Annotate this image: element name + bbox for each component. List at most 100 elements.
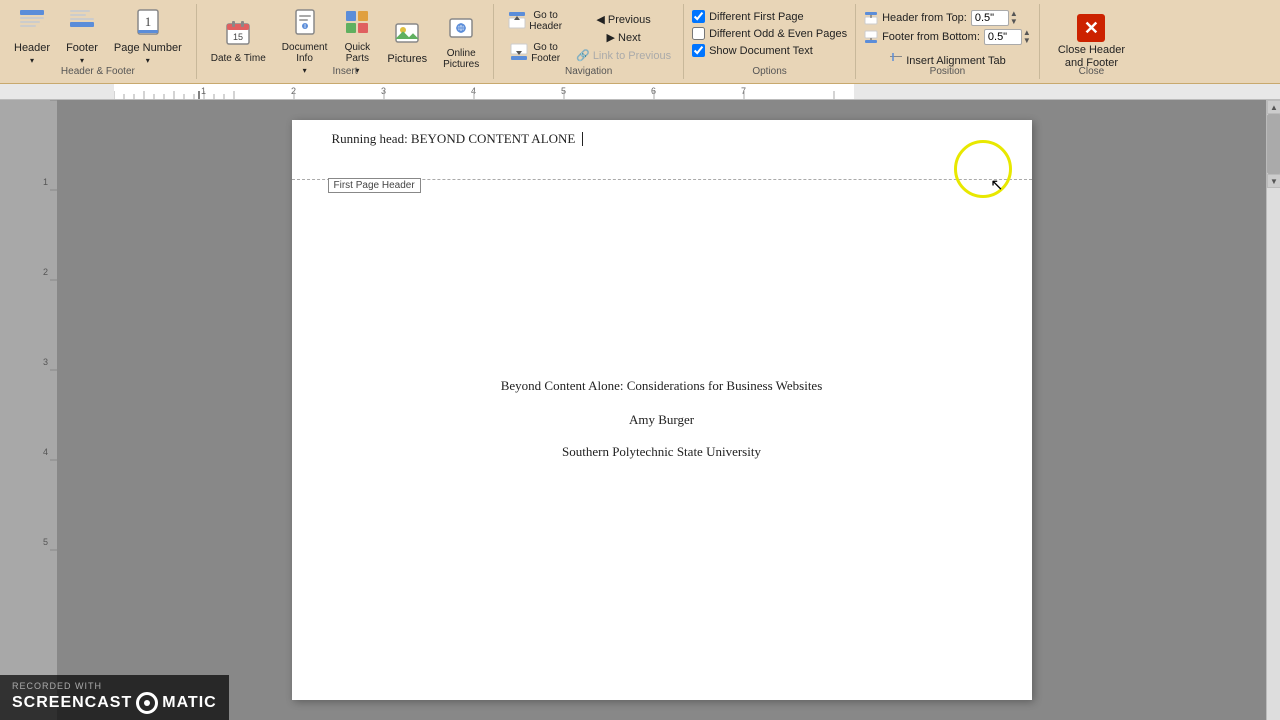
watermark-dot [144,700,150,706]
position-group-label: Position [856,66,1039,77]
insert-group-label: Insert [197,66,493,77]
svg-text:3: 3 [43,357,48,367]
pictures-icon [393,19,421,51]
options-group-label: Options [684,66,855,77]
navigation-group: Go toHeader Go toFooter ◀ Previous [494,4,684,79]
go-to-header-icon [508,11,526,32]
go-to-header-label: Go toHeader [529,10,562,32]
first-page-label: First Page Header [328,178,421,193]
footer-button[interactable]: Footer ▾ [60,6,104,67]
header-top-input[interactable] [971,10,1009,26]
watermark-circle-icon [136,692,158,714]
ribbon: Header ▾ Footer ▾ 1 Page Number ▾ Header… [0,0,1280,84]
document-institution: Southern Polytechnic State University [562,444,761,460]
different-first-page-option[interactable]: Different First Page [692,10,847,23]
header-top-arrows: ▲ ▼ [1010,10,1018,26]
link-to-previous-button[interactable]: 🔗 Link to Previous [572,47,675,64]
footer-bottom-input[interactable] [984,29,1022,45]
header-button[interactable]: Header ▾ [8,6,56,67]
quick-parts-icon [343,8,371,40]
show-document-text-option[interactable]: Show Document Text [692,44,847,57]
svg-text:1: 1 [201,86,206,96]
previous-label: Previous [608,14,651,26]
goto-buttons: Go toHeader Go toFooter [502,6,568,68]
navigation-group-label: Navigation [494,66,683,77]
insert-items: 15 Date & Time i DocumentInfo ▾ QuickPar… [205,6,485,91]
pictures-label: Pictures [387,53,427,65]
scrollbar-up-arrow[interactable]: ▲ [1267,100,1280,114]
watermark-suffix: MATIC [162,694,216,712]
next-icon: ▶ [606,32,614,44]
svg-text:4: 4 [43,447,48,457]
previous-button[interactable]: ◀ Previous [572,11,675,28]
header-from-top-label: Header from Top: [882,12,967,24]
show-document-text-checkbox[interactable] [692,44,705,57]
different-odd-even-label: Different Odd & Even Pages [709,28,847,40]
header-top-down-arrow[interactable]: ▼ [1010,18,1018,26]
alignment-tab-icon [889,50,903,64]
header-footer-group: Header ▾ Footer ▾ 1 Page Number ▾ Header… [0,4,197,79]
date-time-icon: 15 [224,19,252,51]
svg-text:1: 1 [145,14,152,29]
header-top-spinbox[interactable]: ▲ ▼ [971,10,1018,26]
ruler: 1 2 3 4 5 6 7 [0,84,1280,100]
ruler-svg: 1 2 3 4 5 6 7 [114,84,854,99]
go-to-header-button[interactable]: Go toHeader [502,6,568,36]
text-cursor [582,132,583,146]
link-icon: 🔗 [576,50,590,62]
options-items: Different First Page Different Odd & Eve… [692,6,847,71]
next-button[interactable]: ▶ Next [572,29,675,46]
footer-bottom-spinbox[interactable]: ▲ ▼ [984,29,1031,45]
header-from-top-item: Header from Top: ▲ ▼ [864,10,1031,26]
svg-text:1: 1 [43,177,48,187]
insert-group: 15 Date & Time i DocumentInfo ▾ QuickPar… [197,4,494,79]
position-group: Header from Top: ▲ ▼ Footer from Bottom:… [856,4,1040,79]
brand-name: SCREENCAST [12,694,132,712]
go-to-footer-icon [510,43,528,64]
ruler-inner: 1 2 3 4 5 6 7 [114,84,854,99]
footer-from-bottom-icon [864,30,878,44]
options-group: Different First Page Different Odd & Eve… [684,4,856,79]
different-first-page-checkbox[interactable] [692,10,705,23]
online-pictures-button[interactable]: OnlinePictures [437,12,485,72]
nav-left-right: Go toHeader Go toFooter ◀ Previous [502,6,675,68]
page-body: Beyond Content Alone: Considerations for… [292,180,1032,500]
page-number-button[interactable]: 1 Page Number ▾ [108,6,188,67]
header-from-top-icon [864,11,878,25]
online-pictures-icon [447,14,475,46]
footer-bottom-arrows: ▲ ▼ [1023,29,1031,45]
go-to-footer-button[interactable]: Go toFooter [502,38,568,68]
document-area: Running head: BEYOND CONTENT ALONE First… [57,100,1266,720]
document-author: Amy Burger [629,412,694,428]
svg-text:5: 5 [43,537,48,547]
header-label: Header [14,42,50,54]
different-first-page-label: Different First Page [709,11,804,23]
left-margin: 1 2 3 4 5 [0,100,57,720]
scrollbar-down-arrow[interactable]: ▼ [1267,174,1280,188]
pictures-button[interactable]: Pictures [381,17,433,67]
watermark: RECORDED WITH SCREENCAST MATIC [0,675,229,720]
document-info-icon: i [291,8,319,40]
close-red-icon: ✕ [1077,14,1105,42]
show-document-text-label: Show Document Text [709,45,813,57]
scrollbar-thumb[interactable] [1267,114,1280,174]
watermark-recorded-with: RECORDED WITH [12,681,217,691]
close-group-label: Close [1040,66,1143,77]
date-time-button[interactable]: 15 Date & Time [205,17,272,66]
next-label: Next [618,32,641,44]
page-number-label: Page Number [114,42,182,54]
go-to-footer-label: Go toFooter [531,42,560,64]
left-ruler: 1 2 3 4 5 [0,100,57,700]
header-text: Running head: BEYOND CONTENT ALONE [332,131,576,146]
footer-bottom-down-arrow[interactable]: ▼ [1023,37,1031,45]
footer-label: Footer [66,42,98,54]
page-header[interactable]: Running head: BEYOND CONTENT ALONE First… [292,120,1032,180]
different-odd-even-checkbox[interactable] [692,27,705,40]
page-number-icon: 1 [134,8,162,40]
document-page: Running head: BEYOND CONTENT ALONE First… [292,120,1032,700]
right-scrollbar: ▲ ▼ [1266,100,1280,720]
header-icon [18,8,46,40]
document-title: Beyond Content Alone: Considerations for… [501,376,823,396]
different-odd-even-option[interactable]: Different Odd & Even Pages [692,27,847,40]
close-group: ✕ Close Headerand Footer Close [1040,4,1143,79]
